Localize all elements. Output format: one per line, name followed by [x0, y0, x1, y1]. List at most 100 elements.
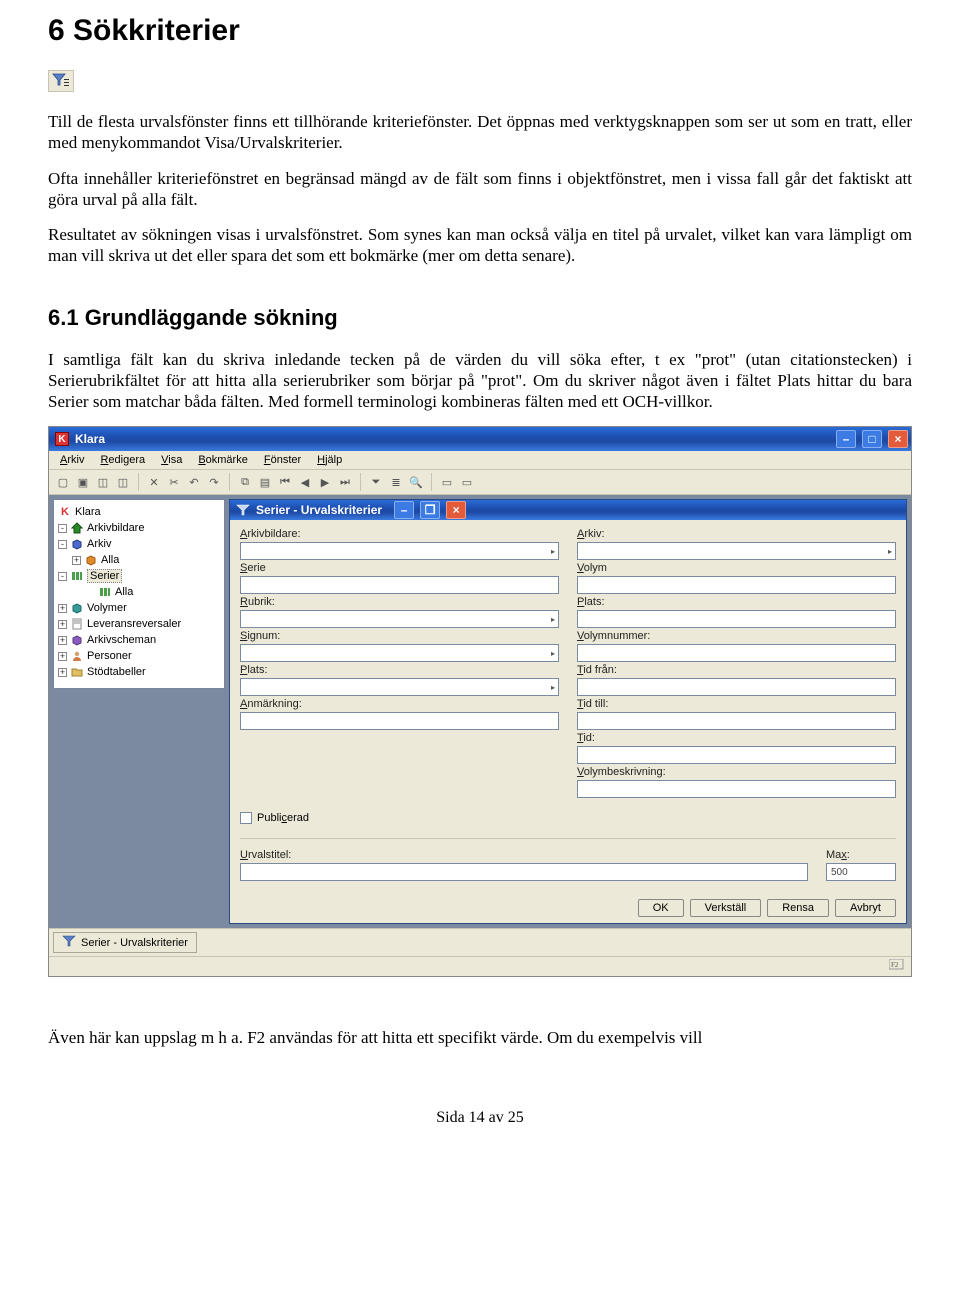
toolbar-saveall-icon[interactable]: ◫	[115, 474, 131, 490]
field-max: Max:500	[826, 849, 896, 881]
tree-toggle-icon[interactable]: -	[58, 524, 67, 533]
app-window: K Klara – □ × Arkiv Redigera Visa Bokmär…	[48, 426, 912, 977]
toolbar-delete-icon[interactable]: ✕	[146, 474, 162, 490]
input-tidfrån[interactable]	[577, 678, 896, 696]
menu-item-fonster[interactable]: Fönster	[257, 453, 308, 467]
toolbar-prev-icon[interactable]: ◀	[297, 474, 313, 490]
field-tid: Tid:	[577, 732, 896, 764]
input-tid[interactable]	[577, 746, 896, 764]
tree-toggle-icon[interactable]: +	[58, 652, 67, 661]
cube-purple-icon	[70, 633, 84, 647]
paragraph-4: I samtliga fält kan du skriva inledande …	[48, 349, 912, 413]
tree-root[interactable]: K Klara	[58, 504, 220, 520]
input-volymnummer[interactable]	[577, 644, 896, 662]
toolbar-paste-icon[interactable]: ▤	[257, 474, 273, 490]
toolbar-next-icon[interactable]: ▶	[317, 474, 333, 490]
taskbar-button-serier[interactable]: Serier - Urvalskriterier	[53, 932, 197, 953]
tree-toggle-icon[interactable]: +	[58, 620, 67, 629]
toolbar-new-icon[interactable]: ▢	[55, 474, 71, 490]
input-rubrik[interactable]: ▸	[240, 610, 559, 628]
tree-item-volymer[interactable]: + Volymer	[58, 600, 220, 616]
inner-close-button[interactable]: ×	[446, 501, 466, 519]
paragraph-3: Resultatet av sökningen visas i urvalsfö…	[48, 224, 912, 267]
field-volym: Volym	[577, 562, 896, 594]
dropdown-arrow-icon: ▸	[888, 547, 892, 556]
tree-item-alla[interactable]: Alla	[58, 584, 220, 600]
dropdown-arrow-icon: ▸	[551, 683, 555, 692]
toolbar-funnel-icon[interactable]: ⏷	[368, 474, 384, 490]
tree-item-serier[interactable]: -Serier	[58, 568, 220, 584]
tree-item-personer[interactable]: +Personer	[58, 648, 220, 664]
inner-restore-button[interactable]: ❐	[420, 501, 440, 519]
input-plats[interactable]: ▸	[240, 678, 559, 696]
field-label: Anmärkning:	[240, 698, 559, 710]
tree-item-stödtabeller[interactable]: + Stödtabeller	[58, 664, 220, 680]
tree-item-label: Arkiv	[87, 538, 111, 550]
toolbar-copy-icon[interactable]: ⧉	[237, 474, 253, 490]
input-anmärkning[interactable]	[240, 712, 559, 730]
app-logo-icon: K	[55, 432, 69, 446]
input-signum[interactable]: ▸	[240, 644, 559, 662]
input-tidtill[interactable]	[577, 712, 896, 730]
dropdown-arrow-icon: ▸	[551, 547, 555, 556]
tree-toggle-icon[interactable]: +	[58, 668, 67, 677]
tree-item-arkivscheman[interactable]: +Arkivscheman	[58, 632, 220, 648]
section-heading: 6 Sökkriterier	[48, 14, 912, 48]
maximize-button[interactable]: □	[862, 430, 882, 448]
minimize-button[interactable]: –	[836, 430, 856, 448]
menu-item-redigera[interactable]: Redigera	[93, 453, 152, 467]
toolbar-last-icon[interactable]: ⏭	[337, 474, 353, 490]
toolbar-undo-icon[interactable]: ↶	[186, 474, 202, 490]
tree-item-arkiv[interactable]: - Arkiv	[58, 536, 220, 552]
toolbar-open-icon[interactable]: ▣	[75, 474, 91, 490]
input-arkivbildare[interactable]: ▸	[240, 542, 559, 560]
menu-item-bokmarke[interactable]: Bokmärke	[191, 453, 255, 467]
tree-item-label: Stödtabeller	[87, 666, 146, 678]
tree-toggle-icon[interactable]: +	[58, 636, 67, 645]
tree-item-alla[interactable]: +Alla	[58, 552, 220, 568]
input-plats[interactable]	[577, 610, 896, 628]
urval-row: Urvalstitel:Max:500	[240, 838, 896, 881]
menu-item-hjalp[interactable]: Hjälp	[310, 453, 349, 467]
verkställ-button[interactable]: Verkställ	[690, 899, 762, 917]
menu-bar: Arkiv Redigera Visa Bokmärke Fönster Hjä…	[49, 451, 911, 470]
rensa-button[interactable]: Rensa	[767, 899, 829, 917]
funnel-icon	[236, 504, 250, 516]
menu-item-arkiv[interactable]: Arkiv	[53, 453, 91, 467]
input-serie[interactable]	[240, 576, 559, 594]
input-max[interactable]: 500	[826, 863, 896, 881]
input-volym[interactable]	[577, 576, 896, 594]
publicerad-checkbox-row[interactable]: Publicerad	[240, 808, 559, 828]
field-tidfrån: Tid från:	[577, 664, 896, 696]
ok-button[interactable]: OK	[638, 899, 684, 917]
tree-item-arkivbildare[interactable]: -Arkivbildare	[58, 520, 220, 536]
toolbar-win1-icon[interactable]: ▭	[439, 474, 455, 490]
toolbar-win2-icon[interactable]: ▭	[459, 474, 475, 490]
checkbox-icon[interactable]	[240, 812, 252, 824]
input-urvalstitel[interactable]	[240, 863, 808, 881]
tree-item-leveransreversaler[interactable]: +Leveransreversaler	[58, 616, 220, 632]
toolbar-list-icon[interactable]: ≣	[388, 474, 404, 490]
toolbar-search-icon[interactable]: 🔍	[408, 474, 424, 490]
input-arkiv[interactable]: ▸	[577, 542, 896, 560]
input-volymbeskrivning[interactable]	[577, 780, 896, 798]
menu-item-visa[interactable]: Visa	[154, 453, 189, 467]
toolbar-redo-icon[interactable]: ↷	[206, 474, 222, 490]
field-arkivbildare: Arkivbildare:▸	[240, 528, 559, 560]
tree-toggle-icon[interactable]: -	[58, 540, 67, 549]
tree-toggle-icon[interactable]: +	[72, 556, 81, 565]
app-title: Klara	[75, 432, 105, 446]
tree-toggle-icon[interactable]: -	[58, 572, 67, 581]
tree-item-label: Volymer	[87, 602, 127, 614]
field-plats: Plats: ▸	[240, 664, 559, 696]
tree-toggle-icon[interactable]: +	[58, 604, 67, 613]
toolbar-cut-icon[interactable]: ✂	[166, 474, 182, 490]
tree-item-label: Alla	[115, 586, 133, 598]
close-button[interactable]: ×	[888, 430, 908, 448]
svg-text:F2: F2	[891, 961, 899, 969]
toolbar-save-icon[interactable]: ◫	[95, 474, 111, 490]
toolbar-first-icon[interactable]: ⏮	[277, 474, 293, 490]
inner-minimize-button[interactable]: –	[394, 501, 414, 519]
field-label: Plats:	[240, 664, 559, 676]
avbryt-button[interactable]: Avbryt	[835, 899, 896, 917]
